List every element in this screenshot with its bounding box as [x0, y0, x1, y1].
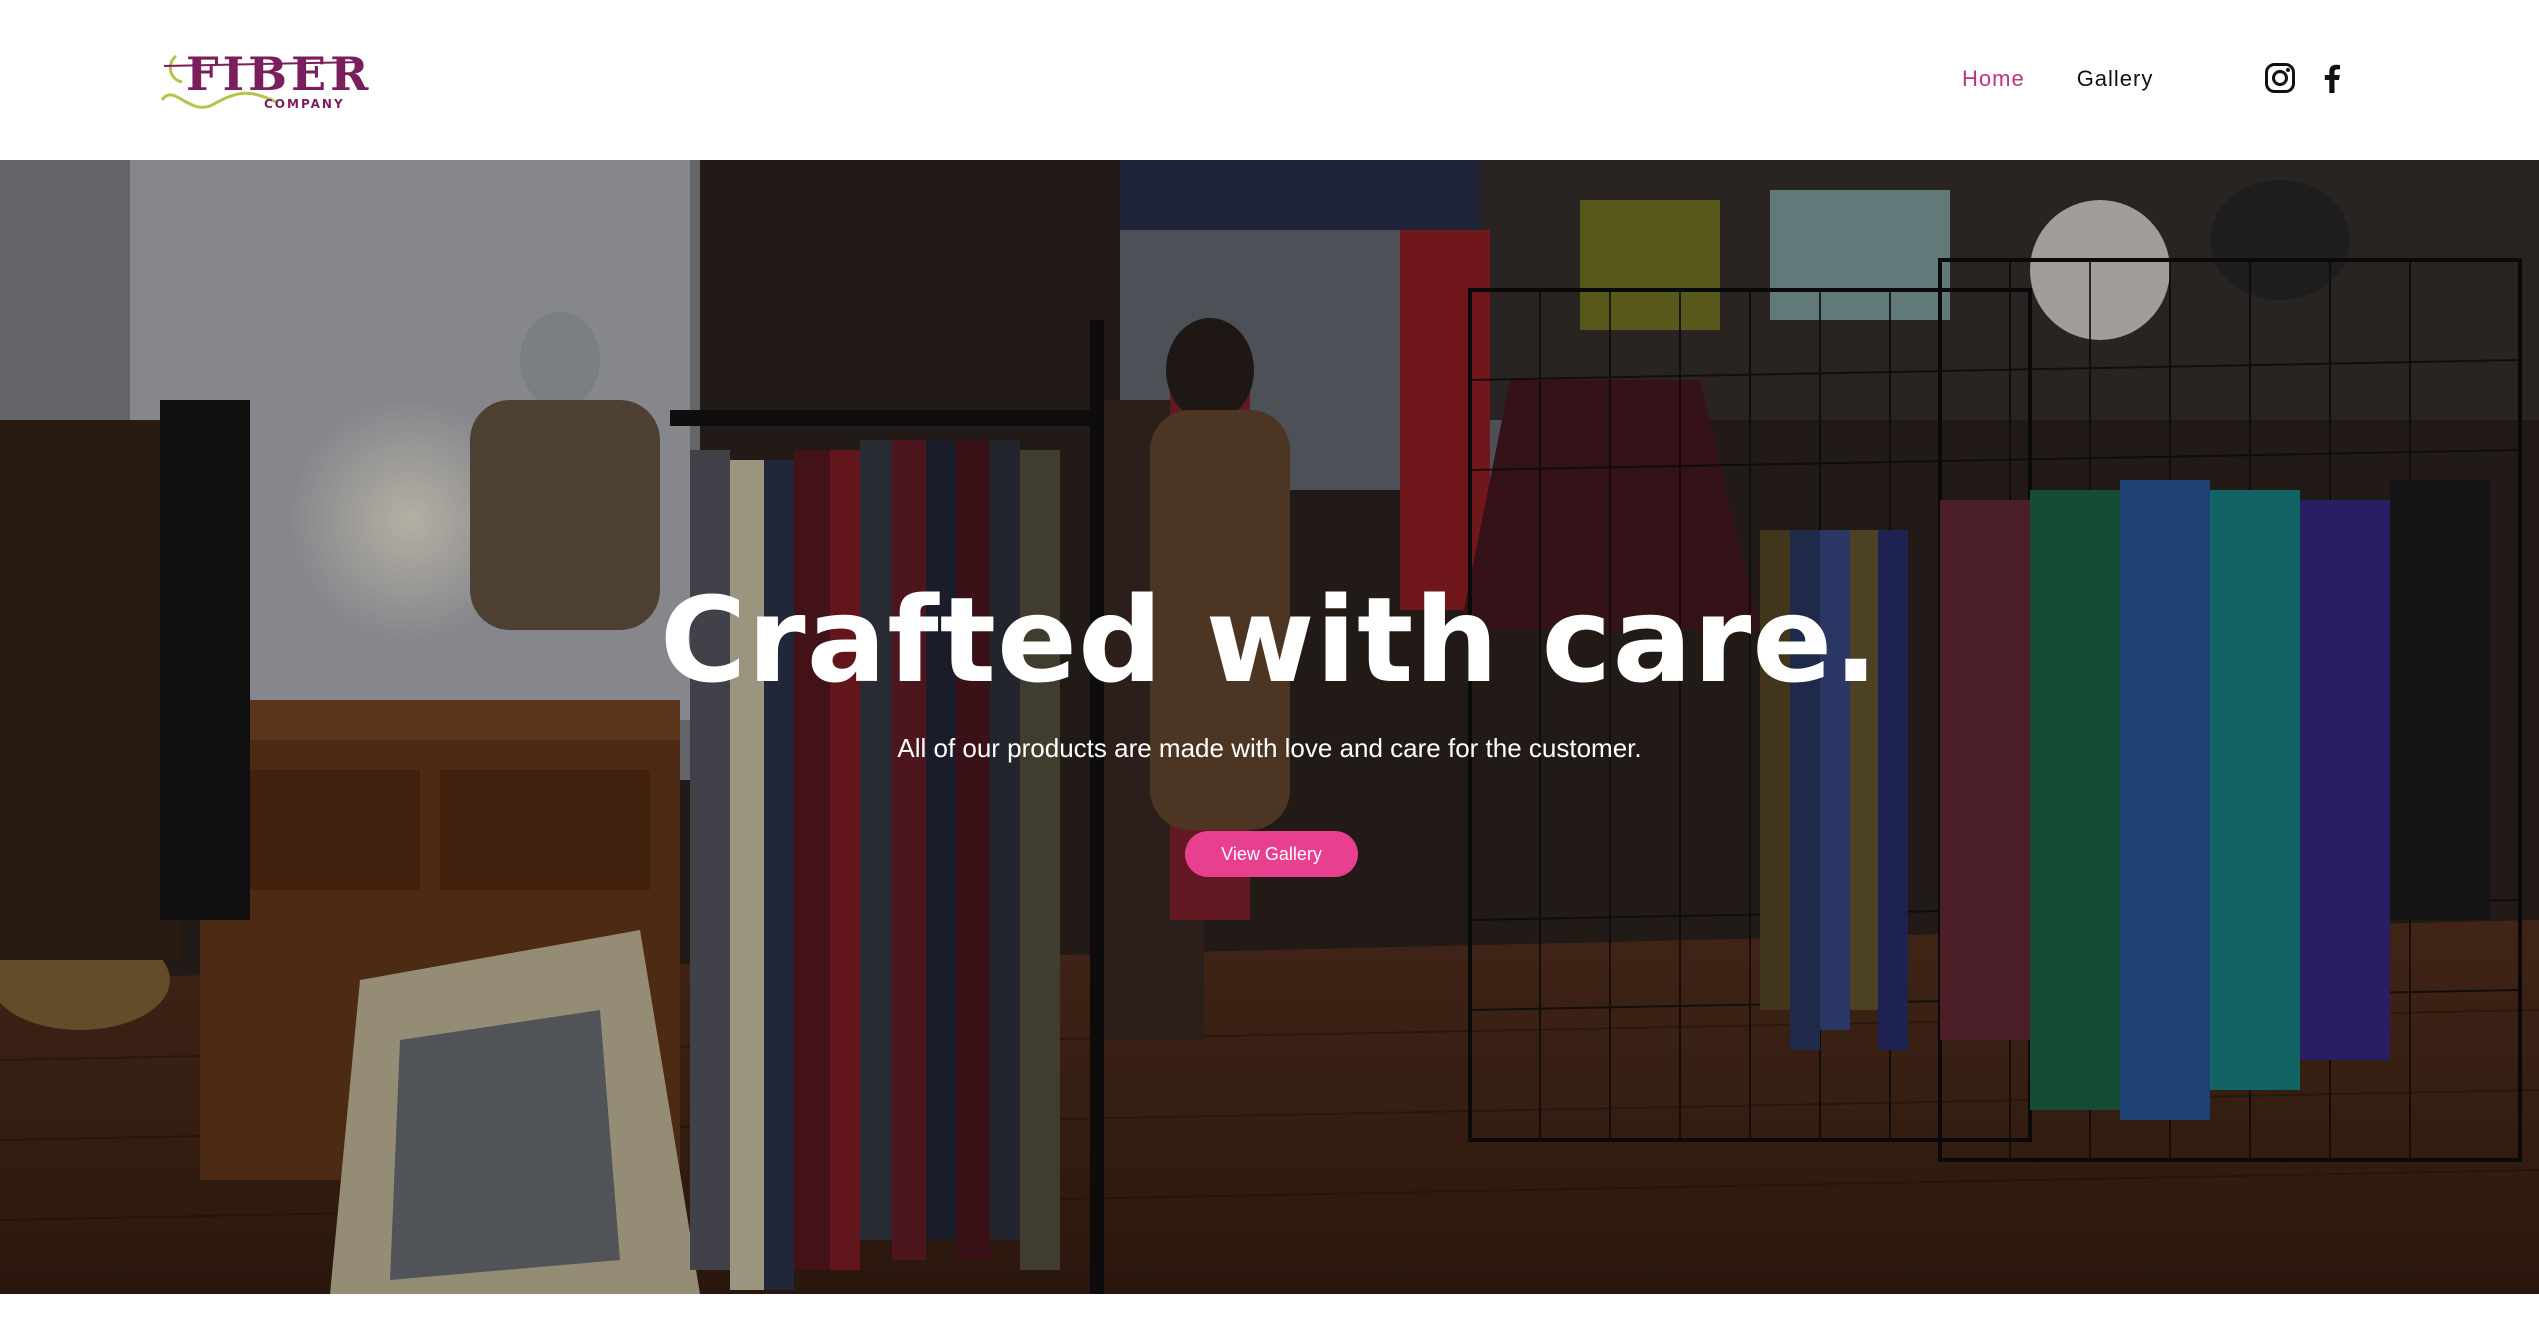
view-gallery-button[interactable]: View Gallery — [1185, 831, 1358, 877]
site-logo[interactable]: FIBER COMPANY — [156, 42, 370, 118]
hero-section: Crafted with care. All of our products a… — [0, 160, 2539, 1294]
instagram-icon[interactable] — [2264, 62, 2296, 94]
svg-text:FIBER: FIBER — [186, 47, 370, 101]
social-links — [2264, 62, 2348, 94]
hero-subtitle: All of our products are made with love a… — [897, 733, 1642, 763]
nav-home-link[interactable]: Home — [1962, 66, 2025, 92]
site-header: FIBER COMPANY Home Gallery — [0, 0, 2539, 160]
hero-content: Crafted with care. All of our products a… — [0, 160, 2539, 1294]
hero-title: Crafted with care. — [659, 571, 1880, 709]
nav-gallery-link[interactable]: Gallery — [2077, 66, 2154, 92]
main-nav: Home Gallery — [1962, 66, 2153, 92]
svg-text:COMPANY: COMPANY — [264, 97, 345, 111]
yarn-needle-logo-icon: FIBER COMPANY — [160, 47, 370, 111]
facebook-icon[interactable] — [2316, 62, 2348, 94]
